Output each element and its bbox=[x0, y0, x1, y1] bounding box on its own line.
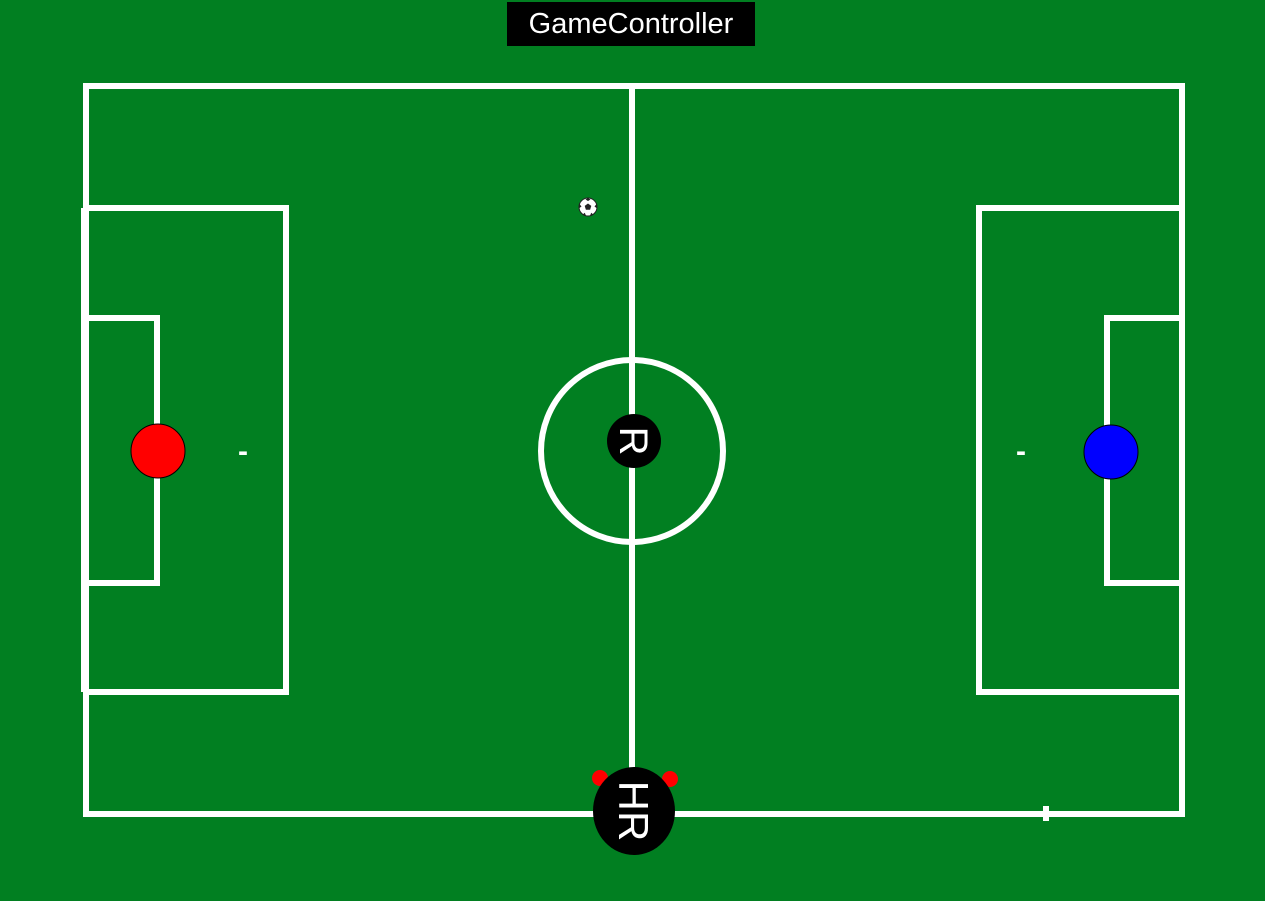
center-referee-label: R bbox=[611, 427, 655, 456]
left-player-label: - bbox=[238, 435, 248, 468]
app-title: GameController bbox=[507, 2, 755, 46]
right-team-player[interactable] bbox=[1083, 424, 1139, 480]
right-penalty-area bbox=[976, 205, 1185, 695]
soccer-field: - - R HR bbox=[81, 83, 1185, 855]
right-player-label: - bbox=[1016, 435, 1026, 468]
game-field-view: - - R HR GameController bbox=[0, 0, 1265, 901]
left-penalty-area bbox=[83, 205, 289, 695]
left-team-player[interactable] bbox=[130, 423, 186, 479]
head-referee-label: HR bbox=[610, 781, 657, 842]
soccer-ball-icon[interactable] bbox=[578, 197, 598, 217]
